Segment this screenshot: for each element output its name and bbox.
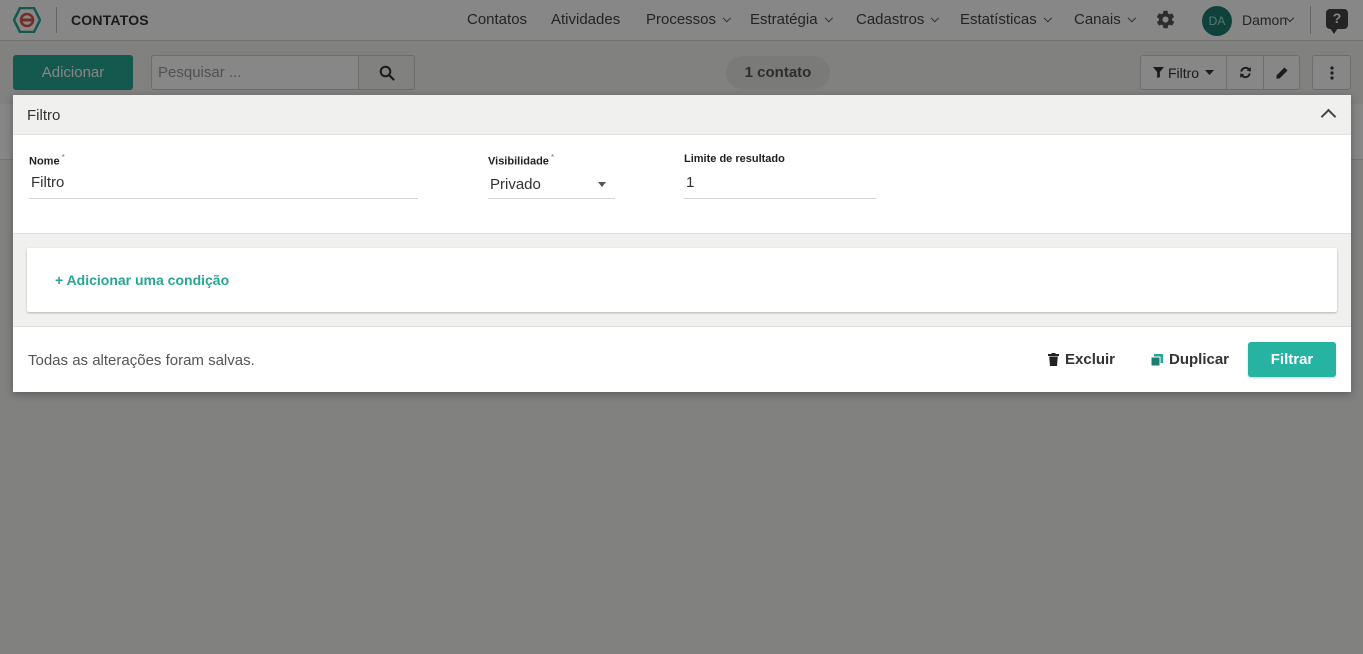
caret-down-icon: [598, 182, 606, 187]
limit-field[interactable]: 1: [684, 172, 876, 199]
copy-icon: [1151, 353, 1163, 366]
conditions-area: + Adicionar uma condição: [13, 233, 1351, 327]
delete-button[interactable]: Excluir: [1048, 351, 1115, 368]
chevron-up-icon[interactable]: [1320, 108, 1337, 125]
name-label: Nome *: [29, 153, 65, 168]
conditions-card: + Adicionar uma condição: [27, 248, 1337, 312]
apply-filter-button[interactable]: Filtrar: [1248, 342, 1336, 377]
filter-panel-header[interactable]: Filtro: [13, 95, 1351, 135]
filter-panel-title: Filtro: [27, 107, 61, 124]
name-field[interactable]: Filtro: [29, 172, 418, 199]
save-status-text: Todas as alterações foram salvas.: [28, 352, 255, 369]
add-condition-link[interactable]: + Adicionar uma condição: [55, 272, 229, 288]
trash-icon: [1048, 353, 1059, 366]
visibility-select[interactable]: Privado: [488, 172, 615, 199]
filter-panel: Filtro Nome * Filtro Visibilidade * Privad…: [13, 95, 1351, 392]
visibility-label: Visibilidade *: [488, 153, 555, 168]
duplicate-button[interactable]: Duplicar: [1151, 351, 1229, 368]
limit-label: Limite de resultado: [684, 153, 785, 165]
